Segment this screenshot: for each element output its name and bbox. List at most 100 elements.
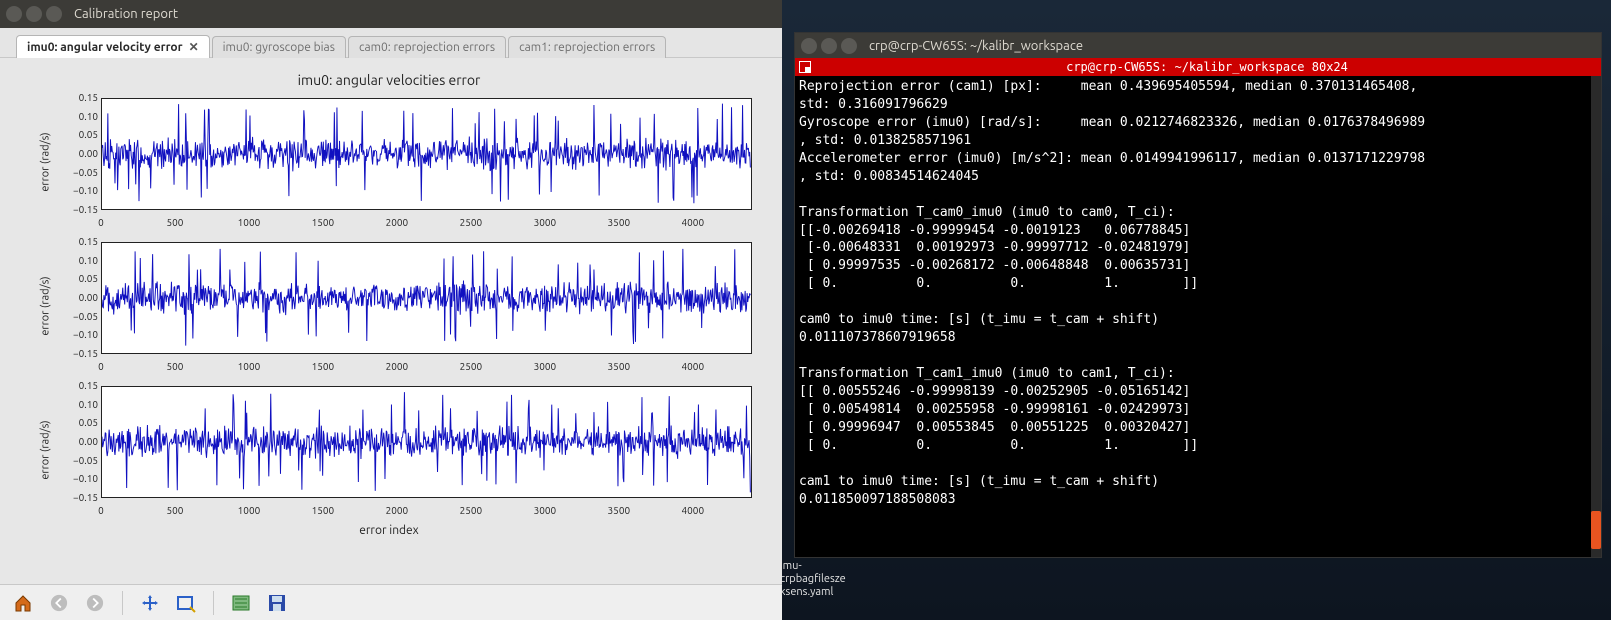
toolbar-separator <box>122 591 123 615</box>
close-icon[interactable] <box>6 6 22 22</box>
tab-1[interactable]: imu0: gyroscope bias <box>212 36 346 58</box>
plot-area: imu0: angular velocities error error (ra… <box>0 58 782 584</box>
x-tick: 0 <box>98 361 104 372</box>
config-icon <box>231 593 251 613</box>
toolbar-separator <box>213 591 214 615</box>
back-icon <box>50 594 68 612</box>
x-tick: 2500 <box>460 217 483 228</box>
tab-2[interactable]: cam0: reprojection errors <box>348 36 506 58</box>
x-tick: 3000 <box>534 361 557 372</box>
terminal-body[interactable]: Reprojection error (cam1) [px]: mean 0.4… <box>795 76 1601 557</box>
terminal-title: crp@crp-CW65S: ~/kalibr_workspace <box>869 39 1083 53</box>
y-tick: −0.10 <box>56 473 98 484</box>
x-tick: 1500 <box>312 361 335 372</box>
y-axis-label: error (rad/s) <box>40 420 52 479</box>
home-icon <box>13 593 33 613</box>
x-tick: 4000 <box>682 505 705 516</box>
y-tick: 0.00 <box>56 292 98 303</box>
y-tick: −0.15 <box>56 204 98 215</box>
axes[interactable] <box>101 386 752 498</box>
x-tick: 0 <box>98 505 104 516</box>
y-tick: 0.15 <box>56 236 98 247</box>
save-button[interactable] <box>264 590 290 616</box>
y-tick: 0.05 <box>56 273 98 284</box>
signal-plot <box>102 243 751 353</box>
pane-indicator-icon <box>799 61 811 73</box>
tab-label: cam0: reprojection errors <box>359 41 495 54</box>
x-tick: 1000 <box>238 217 261 228</box>
x-tick: 3500 <box>608 217 631 228</box>
tab-label: imu0: gyroscope bias <box>223 41 335 54</box>
close-tab-icon[interactable]: ✕ <box>189 40 199 54</box>
y-tick: 0.00 <box>56 148 98 159</box>
terminal-titlebar[interactable]: crp@crp-CW65S: ~/kalibr_workspace <box>795 33 1601 58</box>
x-tick: 2500 <box>460 505 483 516</box>
y-tick: −0.15 <box>56 492 98 503</box>
desktop-file-labels: imu-crpbagfileszeksens.yaml <box>780 560 846 600</box>
x-tick: 2500 <box>460 361 483 372</box>
matplotlib-toolbar <box>0 584 782 620</box>
home-button[interactable] <box>10 590 36 616</box>
back-button[interactable] <box>46 590 72 616</box>
y-tick: −0.05 <box>56 311 98 322</box>
x-tick: 2000 <box>386 505 409 516</box>
terminal-scrollbar[interactable] <box>1591 76 1601 557</box>
y-tick: 0.10 <box>56 399 98 410</box>
axes[interactable] <box>101 242 752 354</box>
terminal-window: crp@crp-CW65S: ~/kalibr_workspace crp@cr… <box>794 32 1602 558</box>
y-tick: −0.10 <box>56 185 98 196</box>
plot-title: imu0: angular velocities error <box>6 72 772 88</box>
x-tick: 2000 <box>386 361 409 372</box>
y-axis-label: error (rad/s) <box>40 276 52 335</box>
y-tick: 0.15 <box>56 380 98 391</box>
tab-3[interactable]: cam1: reprojection errors <box>508 36 666 58</box>
pan-icon <box>140 593 160 613</box>
axes[interactable] <box>101 98 752 210</box>
x-tick: 4000 <box>682 361 705 372</box>
x-tick: 3000 <box>534 505 557 516</box>
x-tick: 1500 <box>312 217 335 228</box>
signal-plot <box>102 99 751 209</box>
x-tick: 500 <box>167 505 184 516</box>
x-tick: 3000 <box>534 217 557 228</box>
terminal-status-bar: crp@crp-CW65S: ~/kalibr_workspace 80x24 <box>795 58 1601 76</box>
minimize-icon[interactable] <box>26 6 42 22</box>
y-tick: 0.05 <box>56 417 98 428</box>
subplot-2: error (rad/s)0.150.100.050.00−0.05−0.10−… <box>46 380 762 520</box>
tab-label: imu0: angular velocity error <box>27 41 183 54</box>
config-button[interactable] <box>228 590 254 616</box>
pan-button[interactable] <box>137 590 163 616</box>
y-tick: −0.05 <box>56 167 98 178</box>
y-tick: 0.00 <box>56 436 98 447</box>
x-tick: 1000 <box>238 505 261 516</box>
maximize-icon[interactable] <box>46 6 62 22</box>
y-tick: 0.15 <box>56 92 98 103</box>
tab-0[interactable]: imu0: angular velocity error ✕ <box>16 35 210 58</box>
terminal-output: Reprojection error (cam1) [px]: mean 0.4… <box>799 78 1597 509</box>
maximize-icon[interactable] <box>841 38 857 54</box>
report-titlebar[interactable]: Calibration report <box>0 0 782 28</box>
tab-bar: imu0: angular velocity error ✕ imu0: gyros… <box>0 28 782 58</box>
x-tick: 2000 <box>386 217 409 228</box>
minimize-icon[interactable] <box>821 38 837 54</box>
x-tick: 3500 <box>608 505 631 516</box>
x-tick: 4000 <box>682 217 705 228</box>
desktop-file-label[interactable]: crpbagfilesze <box>780 573 846 586</box>
signal-plot <box>102 387 751 497</box>
x-axis-label: error index <box>6 524 772 537</box>
subplot-0: error (rad/s)0.150.100.050.00−0.05−0.10−… <box>46 92 762 232</box>
subplot-1: error (rad/s)0.150.100.050.00−0.05−0.10−… <box>46 236 762 376</box>
desktop-file-label[interactable]: ksens.yaml <box>780 586 846 599</box>
forward-button[interactable] <box>82 590 108 616</box>
y-tick: −0.15 <box>56 348 98 359</box>
x-tick: 1500 <box>312 505 335 516</box>
desktop-file-label[interactable]: imu- <box>780 560 846 573</box>
close-icon[interactable] <box>801 38 817 54</box>
zoom-button[interactable] <box>173 590 199 616</box>
x-tick: 3500 <box>608 361 631 372</box>
y-axis-label: error (rad/s) <box>40 132 52 191</box>
scrollbar-thumb[interactable] <box>1591 511 1601 549</box>
x-tick: 1000 <box>238 361 261 372</box>
terminal-status-text: crp@crp-CW65S: ~/kalibr_workspace 80x24 <box>817 60 1597 74</box>
y-tick: −0.10 <box>56 329 98 340</box>
